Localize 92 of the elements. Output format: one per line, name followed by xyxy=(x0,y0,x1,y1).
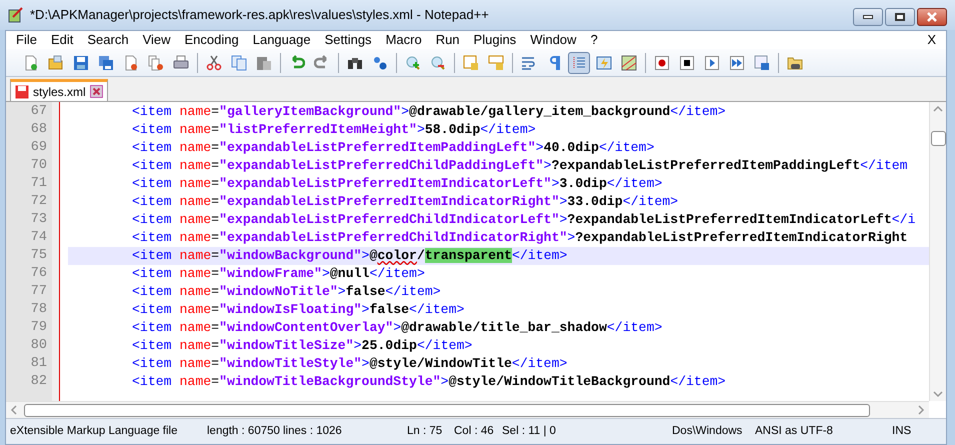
line-number: 70 xyxy=(30,157,48,175)
horizontal-scrollbar[interactable] xyxy=(6,401,929,418)
maximize-button[interactable] xyxy=(885,8,915,26)
zoom-in-icon xyxy=(405,54,421,70)
minimize-icon xyxy=(863,15,873,19)
scroll-left-icon[interactable] xyxy=(10,405,18,415)
code-text: <item name="expandableListPreferredItemIndicatorRight">33.0dip</item> xyxy=(132,193,678,211)
close-icon xyxy=(926,12,938,22)
menu-item[interactable]: Macro xyxy=(378,30,429,50)
code-text: <item name="windowBackground">@color/transparent</item> xyxy=(132,247,568,265)
line-number: 80 xyxy=(30,337,48,355)
new-file-icon xyxy=(23,54,39,70)
close-button[interactable] xyxy=(917,8,947,26)
maximize-icon xyxy=(895,13,905,21)
status-text: Col : 46 xyxy=(454,424,495,439)
menu-item[interactable]: Encoding xyxy=(178,30,246,50)
scissors-icon xyxy=(206,54,222,70)
line-number: 71 xyxy=(30,175,48,193)
status-text: lines : 1026 xyxy=(283,424,343,439)
indent-guide-icon xyxy=(571,54,587,70)
line-number: 72 xyxy=(30,193,48,211)
code-text: <item name="listPreferredItemHeight">58.0dip</item> xyxy=(132,121,536,139)
code-text: <item name="galleryItemBackground">@drawable/gallery_item_background</item> xyxy=(132,103,726,121)
menu-item[interactable]: View xyxy=(136,30,178,50)
play-icon xyxy=(704,54,720,70)
minimize-button[interactable] xyxy=(853,8,883,26)
line-number: 74 xyxy=(30,229,48,247)
menu-item[interactable]: Run xyxy=(428,30,467,50)
code-text: <item name="expandableListPreferredChildIndicatorLeft">?expandableListPreferredItemIndicatorLeft</i xyxy=(132,211,916,229)
line-number: 69 xyxy=(30,139,48,157)
code-text: <item name="windowTitleBackgroundStyle">@style/WindowTitleBackground</item> xyxy=(132,373,726,391)
code-text: <item name="windowIsFloating">false</item> xyxy=(132,301,464,319)
code-text: <item name="windowTitleSize">25.0dip</item> xyxy=(132,337,472,355)
menu-item[interactable]: Settings xyxy=(318,30,379,50)
status-text: Sel : 11 | 0 xyxy=(502,424,557,439)
line-number: 79 xyxy=(30,319,48,337)
line-number: 81 xyxy=(30,355,48,373)
vertical-scrollbar[interactable] xyxy=(929,102,946,401)
zoom-out-icon xyxy=(430,54,446,70)
open-folder-icon xyxy=(48,54,64,70)
code-text: <item name="windowFrame">@null</item> xyxy=(132,265,425,283)
code-text: <item name="expandableListPreferredItemPaddingLeft">40.0dip</item> xyxy=(132,139,654,157)
menu-item[interactable]: Search xyxy=(80,30,136,50)
scroll-thumb[interactable] xyxy=(24,404,870,416)
stop-icon xyxy=(679,54,695,70)
scroll-down-icon[interactable] xyxy=(933,390,943,398)
code-text: <item name="expandableListPreferredChildIndicatorRight">?expandableListPreferredItemIndicatorRight xyxy=(132,229,908,247)
code-text: <item name="windowTitleStyle">@style/WindowTitle</item> xyxy=(132,355,568,373)
code-text: <item name="expandableListPreferredItemIndicatorLeft">3.0dip</item> xyxy=(132,175,662,193)
code-text: <item name="windowContentOverlay">@drawable/title_bar_shadow</item> xyxy=(132,319,662,337)
undo-icon xyxy=(289,54,305,70)
menu-item[interactable]: Plugins xyxy=(466,30,524,50)
scroll-up-icon[interactable] xyxy=(933,105,943,113)
scroll-right-icon[interactable] xyxy=(917,405,925,415)
menu-item[interactable]: Window xyxy=(523,30,584,50)
line-number: 75 xyxy=(30,247,48,265)
line-number: 82 xyxy=(30,373,48,391)
line-number: 78 xyxy=(30,301,48,319)
folder-icon xyxy=(787,54,803,70)
status-text: Ln : 75 xyxy=(407,424,444,439)
close-icon[interactable] xyxy=(90,85,103,98)
printer-icon xyxy=(173,54,189,70)
line-number: 73 xyxy=(30,211,48,229)
status-text: length : 60750 xyxy=(207,424,281,439)
map-icon xyxy=(621,54,637,70)
status-text: ANSI as UTF-8 xyxy=(755,424,834,439)
status-text: eXtensible Markup Language file xyxy=(9,424,179,439)
menu-item[interactable]: ? xyxy=(583,30,605,50)
word-wrap-icon xyxy=(521,54,537,70)
line-number: 77 xyxy=(30,283,48,301)
floppy-disks-icon xyxy=(98,54,114,70)
code-text: <item name="windowNoTitle">false</item> xyxy=(132,283,441,301)
close-document-button[interactable]: X xyxy=(917,30,946,50)
menu-item[interactable]: File xyxy=(9,30,44,50)
line-number: 67 xyxy=(30,103,48,121)
lightning-window-icon xyxy=(596,54,612,70)
menu-item[interactable]: Edit xyxy=(44,30,80,50)
scroll-thumb[interactable] xyxy=(930,131,946,146)
line-number: 68 xyxy=(30,121,48,139)
fast-forward-icon xyxy=(729,54,745,70)
status-text: INS xyxy=(892,424,912,439)
menu-item[interactable]: Language xyxy=(246,30,318,50)
record-icon xyxy=(654,54,670,70)
code-text: <item name="expandableListPreferredChildPaddingLeft">?expandableListPreferredItemPaddingLeft</item xyxy=(132,157,908,175)
file-tab[interactable]: styles.xml xyxy=(10,79,108,101)
copy-icon xyxy=(231,54,247,70)
indent-guide-button[interactable] xyxy=(568,52,590,74)
window-title: *D:\APKManager\projects\framework-res.apk\res\values\styles.xml - Notepad++ xyxy=(30,6,490,24)
notepad-icon xyxy=(8,7,24,23)
redo-icon xyxy=(314,54,330,70)
status-text: Dos\Windows xyxy=(672,424,744,439)
line-number: 76 xyxy=(30,265,48,283)
